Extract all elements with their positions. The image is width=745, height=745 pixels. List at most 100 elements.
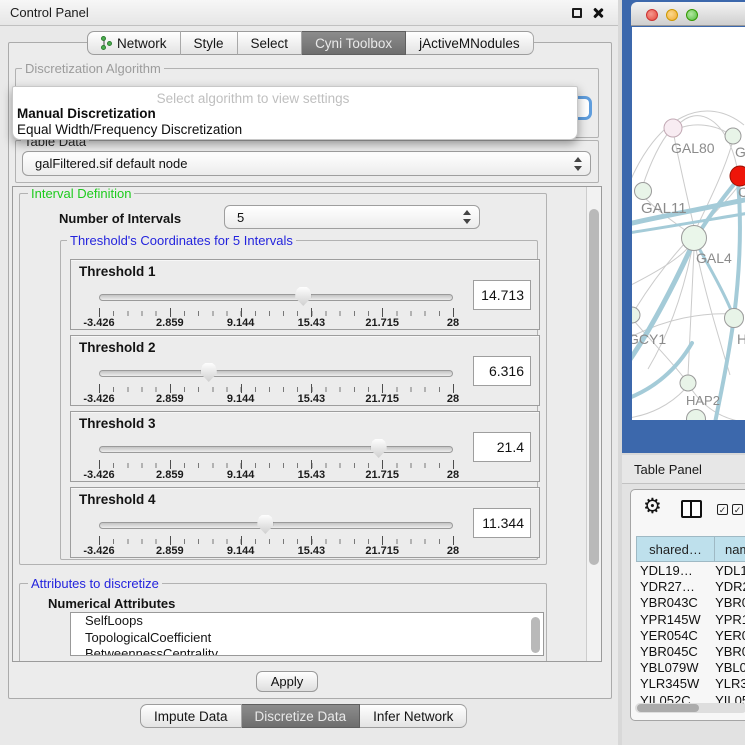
control-panel: Control Panel Network Style Select Cyni … xyxy=(0,0,618,745)
gear-icon[interactable]: ⚙ xyxy=(643,494,662,519)
network-view-window: GAL80 GA C GAL11 GAL4 GCY1 H HAP2 xyxy=(622,0,745,453)
columns-icon[interactable] xyxy=(681,500,702,518)
algorithm-placeholder: Select algorithm to view settings xyxy=(13,91,493,106)
network-window-titlebar xyxy=(631,2,745,26)
tab-select[interactable]: Select xyxy=(238,31,303,55)
node-green xyxy=(632,307,640,323)
horizontal-scrollbar-thumb[interactable] xyxy=(637,704,699,712)
table-row[interactable]: YDL19…YDL19 xyxy=(636,563,745,579)
attributes-group: Attributes to discretize Numerical Attri… xyxy=(19,583,547,662)
slider-thumb[interactable] xyxy=(257,515,273,534)
table-row[interactable]: YBR045CYBR04 xyxy=(636,644,745,660)
threshold-1-slider[interactable] xyxy=(99,286,453,308)
slider-scale: -3.4262.8599.14415.4321.71528 xyxy=(99,317,453,329)
table-row[interactable]: YER054CYER05 xyxy=(636,628,745,644)
algorithm-dropdown-popup: Select algorithm to view settings Manual… xyxy=(12,86,578,140)
thresholds-group-label: Threshold's Coordinates for 5 Intervals xyxy=(67,233,296,248)
attributes-group-label: Attributes to discretize xyxy=(28,576,162,591)
tab-cyni-toolbox[interactable]: Cyni Toolbox xyxy=(302,31,406,55)
tab-infer-network[interactable]: Infer Network xyxy=(360,704,467,728)
slider-scale: -3.4262.8599.14415.4321.71528 xyxy=(99,393,453,405)
node-label-partial: GA xyxy=(735,144,745,160)
node-label-gcy1: GCY1 xyxy=(632,331,666,347)
node-gal4 xyxy=(682,226,707,251)
node-label-gal80: GAL80 xyxy=(671,140,715,156)
threshold-3-value-field[interactable]: 21.4 xyxy=(473,432,531,462)
node-label-hap2: HAP2 xyxy=(686,393,720,408)
close-icon[interactable] xyxy=(592,7,604,19)
tab-network[interactable]: Network xyxy=(87,31,181,55)
list-item[interactable]: SelfLoops xyxy=(71,613,543,630)
tab-discretize-data[interactable]: Discretize Data xyxy=(242,704,361,728)
checkbox-icon[interactable]: ✓ xyxy=(732,504,743,515)
threshold-4-value-field[interactable]: 11.344 xyxy=(473,508,531,538)
interval-definition-label: Interval Definition xyxy=(28,186,134,201)
interval-definition-group: Interval Definition Number of Intervals … xyxy=(19,193,547,565)
table-row[interactable]: YBR043CYBR04 xyxy=(636,595,745,611)
slider-thumb[interactable] xyxy=(371,439,387,458)
table-row[interactable]: YDR27…YDR27 xyxy=(636,579,745,595)
algorithm-combobox-focus-ring[interactable] xyxy=(576,96,592,120)
bottom-tab-bar: Impute Data Discretize Data Infer Networ… xyxy=(140,704,467,728)
table-panel-titlebar: Table Panel xyxy=(622,455,745,484)
list-item[interactable]: BetweennessCentrality xyxy=(71,646,543,656)
table-panel: ⚙ ✓ ✓ shared… name YDL19…YDL19 YDR27…YDR… xyxy=(630,489,745,721)
threshold-2-value-field[interactable]: 6.316 xyxy=(473,356,531,386)
table-data-combobox[interactable]: galFiltered.sif default node xyxy=(22,151,591,176)
slider-scale: -3.4262.8599.14415.4321.71528 xyxy=(99,469,453,481)
table-row[interactable]: YBL079WYBL07 xyxy=(636,660,745,676)
number-of-intervals-combobox[interactable]: 5 xyxy=(224,205,480,229)
vertical-scrollbar[interactable] xyxy=(586,187,601,661)
algorithm-option-manual[interactable]: Manual Discretization xyxy=(17,106,156,121)
threshold-4-slider[interactable] xyxy=(99,514,453,536)
node-green xyxy=(687,410,706,421)
table-row[interactable]: YPR145WYPR14 xyxy=(636,612,745,628)
network-canvas[interactable]: GAL80 GA C GAL11 GAL4 GCY1 H HAP2 xyxy=(632,27,745,420)
tab-impute-data[interactable]: Impute Data xyxy=(140,704,242,728)
minimize-traffic-light-icon[interactable] xyxy=(666,9,678,21)
node-label-partial: H xyxy=(737,331,745,347)
zoom-traffic-light-icon[interactable] xyxy=(686,9,698,21)
slider-scale: -3.4262.8599.14415.4321.71528 xyxy=(99,545,453,557)
vertical-scrollbar-thumb[interactable] xyxy=(589,209,599,565)
table-rows: YDL19…YDL19 YDR27…YDR27 YBR043CYBR04 YPR… xyxy=(636,563,745,709)
node-green xyxy=(725,128,741,144)
discretization-algorithm-label: Discretization Algorithm xyxy=(22,61,164,76)
control-panel-titlebar: Control Panel xyxy=(0,0,618,26)
threshold-3-panel: Threshold 3 -3.4262.8599.14415.4321.7152… xyxy=(70,411,540,482)
network-graph: GAL80 GA C GAL11 GAL4 GCY1 H HAP2 xyxy=(632,27,745,420)
slider-thumb[interactable] xyxy=(201,363,217,382)
column-header-shared[interactable]: shared… xyxy=(636,536,715,562)
list-item[interactable]: TopologicalCoefficient xyxy=(71,630,543,647)
node-label-partial: C xyxy=(738,184,745,200)
close-traffic-light-icon[interactable] xyxy=(646,9,658,21)
panel-title: Control Panel xyxy=(10,5,89,20)
threshold-2-slider[interactable] xyxy=(99,362,453,384)
top-tab-bar: Network Style Select Cyni Toolbox jActiv… xyxy=(87,31,534,55)
numerical-attributes-label: Numerical Attributes xyxy=(48,596,175,611)
checkbox-icon[interactable]: ✓ xyxy=(717,504,728,515)
node-hap2 xyxy=(680,375,696,391)
node-green xyxy=(635,183,652,200)
stepper-icon xyxy=(463,210,471,224)
apply-button[interactable]: Apply xyxy=(256,671,318,692)
number-of-intervals-label: Number of Intervals xyxy=(59,211,181,226)
threshold-3-slider[interactable] xyxy=(99,438,453,460)
node-pink xyxy=(664,119,682,137)
column-header-name[interactable]: name xyxy=(715,536,745,562)
threshold-2-panel: Threshold 2 -3.4262.8599.14415.4321.7152… xyxy=(70,335,540,406)
list-scrollbar-thumb[interactable] xyxy=(531,617,540,653)
tab-jactivemnodules[interactable]: jActiveMNodules xyxy=(406,31,534,55)
network-icon xyxy=(101,36,112,50)
table-row[interactable]: YLR345WYLR34 xyxy=(636,676,745,692)
tab-style[interactable]: Style xyxy=(181,31,238,55)
float-window-icon[interactable] xyxy=(572,8,582,18)
threshold-1-value-field[interactable]: 14.713 xyxy=(473,280,531,310)
node-label-gal4: GAL4 xyxy=(696,250,732,266)
numerical-attributes-list[interactable]: SelfLoops TopologicalCoefficient Between… xyxy=(70,612,544,656)
table-panel-title: Table Panel xyxy=(634,462,702,477)
node-label-gal11: GAL11 xyxy=(641,200,687,217)
slider-thumb[interactable] xyxy=(295,287,311,306)
algorithm-option-equal-width[interactable]: Equal Width/Frequency Discretization xyxy=(17,122,242,137)
horizontal-scrollbar[interactable] xyxy=(635,703,745,713)
